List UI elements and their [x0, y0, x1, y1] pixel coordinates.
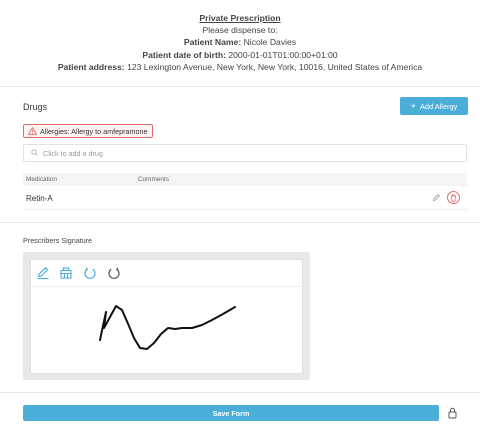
undo-icon[interactable] — [83, 266, 97, 280]
patient-name: Nicole Davies — [243, 37, 297, 48]
patient-dob: 2000-01-01T01:00:00+01:00 — [228, 49, 338, 60]
delete-button[interactable] — [447, 191, 460, 204]
drug-search-placeholder: Click to add a drug — [43, 148, 103, 158]
prescription-title: Private Prescription — [199, 13, 281, 23]
plus-icon: + — [410, 100, 416, 111]
medication-cell: Retin-A — [26, 194, 53, 203]
warning-icon — [28, 127, 37, 135]
signature-label: Prescribers Signature — [23, 236, 93, 245]
edit-icon[interactable] — [432, 193, 441, 204]
drugs-table-header: Medication Comments — [23, 173, 467, 186]
patient-name-line: Patient Name: Nicole Davies — [0, 36, 480, 48]
signature-toolbar — [30, 259, 303, 287]
column-medication: Medication — [26, 176, 57, 183]
patient-name-label: Patient Name: — [183, 37, 242, 48]
lock-icon[interactable] — [447, 406, 458, 424]
patient-address-line: Patient address: 123 Lexington Avenue, N… — [0, 61, 480, 73]
patient-dob-line: Patient date of birth: 2000-01-01T01:00:… — [0, 49, 480, 61]
patient-address-label: Patient address: — [57, 61, 125, 72]
table-row: Retin-A — [23, 186, 467, 210]
prescription-header: Private Prescription Please dispense to:… — [0, 12, 480, 73]
allergy-badge: Allergies: Allergy to amfepramone — [23, 124, 154, 138]
add-allergy-button[interactable]: + Add Allergy — [400, 97, 468, 115]
eraser-icon[interactable] — [59, 266, 73, 280]
divider — [0, 392, 480, 393]
redo-icon[interactable] — [107, 266, 121, 280]
trash-icon — [451, 194, 456, 202]
divider — [0, 86, 480, 87]
signature-stroke — [99, 305, 236, 350]
pen-icon[interactable] — [36, 266, 50, 280]
divider — [0, 222, 480, 223]
search-icon — [31, 148, 38, 158]
drug-search-input[interactable]: Click to add a drug — [23, 144, 467, 162]
dispense-line: Please dispense to: — [202, 25, 278, 36]
save-form-button[interactable]: Save Form — [23, 405, 439, 421]
drugs-section-label: Drugs — [23, 102, 48, 112]
patient-dob-label: Patient date of birth: — [142, 49, 226, 60]
allergy-text: Allergies: Allergy to amfepramone — [40, 126, 148, 136]
column-comments: Comments — [138, 176, 169, 183]
patient-address: 123 Lexington Avenue, New York, New York… — [127, 61, 423, 72]
add-allergy-label: Add Allergy — [419, 101, 458, 111]
